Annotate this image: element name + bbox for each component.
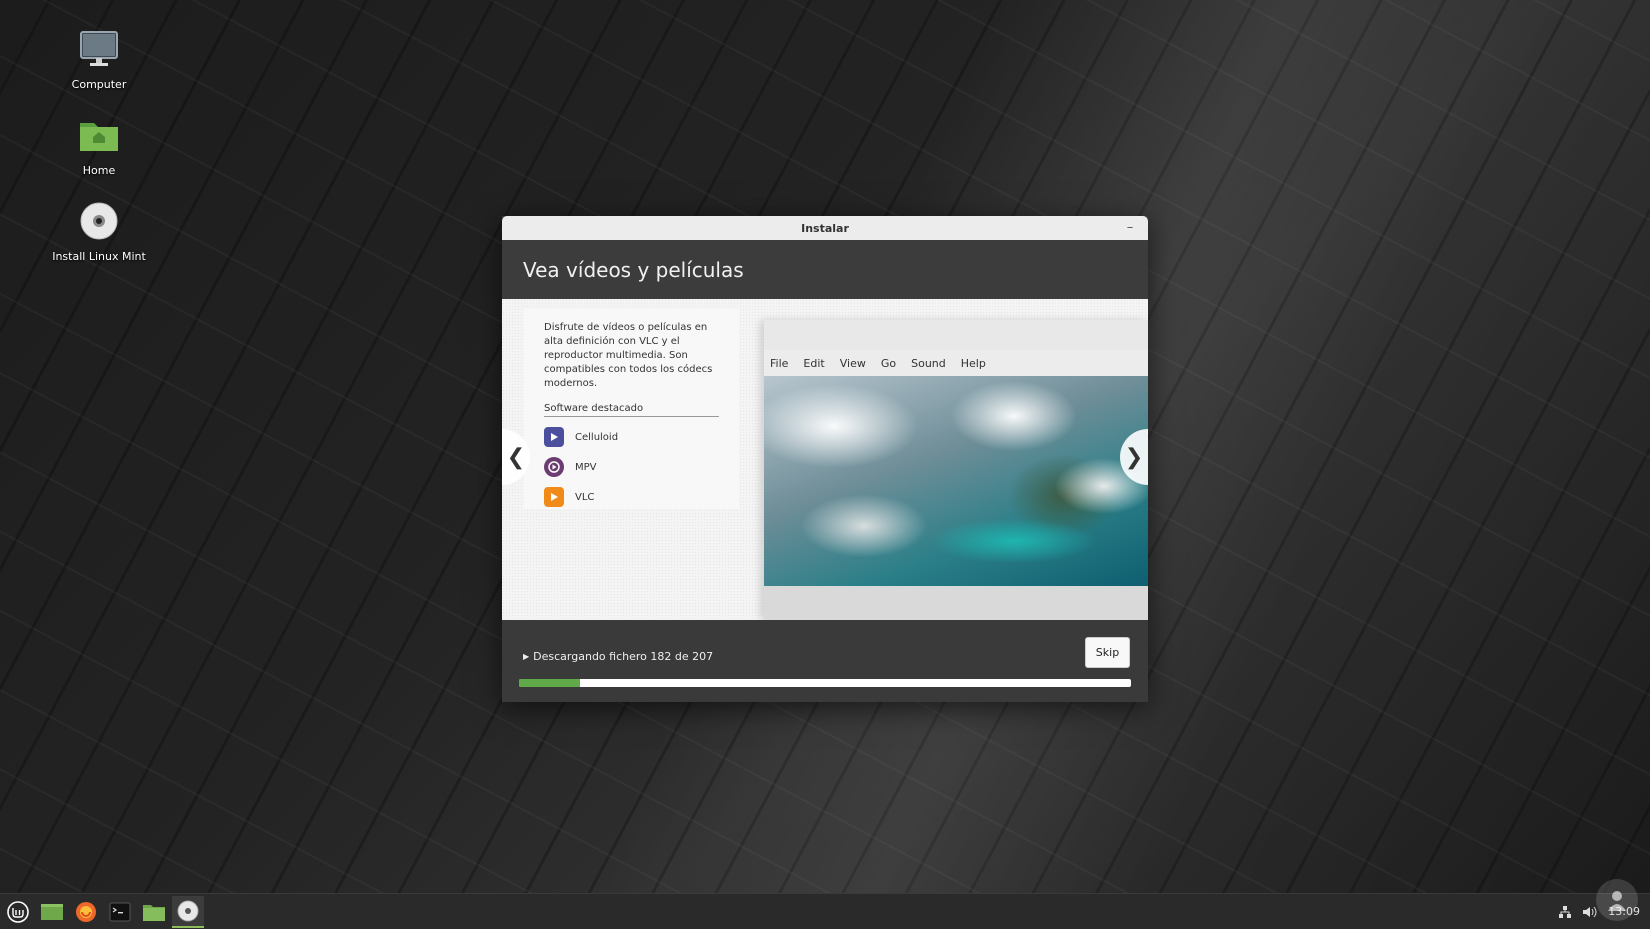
window-title: Instalar [801, 221, 849, 235]
show-desktop-button[interactable] [36, 896, 68, 928]
download-status-text: Descargando fichero 182 de 207 [533, 650, 714, 663]
slide-info-card: Disfrute de vídeos o películas en alta d… [524, 309, 739, 509]
installer-taskbar-button[interactable] [172, 895, 204, 928]
watermark-logo [1596, 879, 1638, 921]
volume-icon[interactable] [1582, 905, 1598, 919]
preview-menu-go: Go [880, 356, 897, 370]
skip-button[interactable]: Skip [1085, 637, 1130, 668]
show-desktop-icon [41, 903, 63, 920]
preview-menu-help: Help [960, 356, 986, 370]
mint-menu-button[interactable] [2, 896, 34, 928]
preview-titlebar [764, 320, 1148, 350]
progress-fill [519, 679, 581, 687]
slide-header: Vea vídeos y películas [502, 240, 1148, 299]
preview-menu-view: View [839, 356, 866, 370]
slide-description: Disfrute de vídeos o películas en alta d… [544, 322, 713, 389]
monitor-icon [39, 24, 159, 74]
app-label: VLC [575, 491, 595, 503]
app-item-celluloid: Celluloid [544, 427, 719, 447]
installer-footer: ▶ Descargando fichero 182 de 207 Skip [502, 620, 1148, 702]
desktop-icon-label: Install Linux Mint [52, 250, 146, 263]
mpv-icon [544, 457, 564, 477]
preview-menubar: File Edit View Go Sound Help [764, 350, 1148, 376]
app-item-mpv: MPV [544, 457, 719, 477]
minimize-button[interactable]: – [1122, 220, 1138, 236]
desktop-icon-label: Home [82, 164, 116, 177]
chevron-left-icon: ❮ [506, 444, 526, 470]
download-progress-bar [519, 679, 1131, 687]
desktop-icon-computer[interactable]: Computer [39, 24, 159, 91]
firefox-icon [76, 901, 96, 922]
expander-triangle-icon: ▶ [523, 652, 530, 661]
terminal-icon [109, 902, 131, 921]
app-preview-screenshot: File Edit View Go Sound Help [764, 320, 1148, 620]
installer-icon [177, 900, 199, 921]
app-label: MPV [575, 461, 597, 473]
home-folder-icon [39, 110, 159, 160]
desktop-icon-install-linux-mint[interactable]: Install Linux Mint [39, 196, 159, 263]
preview-video-frame [764, 376, 1148, 586]
firefox-button[interactable] [70, 896, 102, 928]
app-label: Celluloid [575, 431, 619, 443]
window-titlebar[interactable]: Instalar – [502, 216, 1148, 240]
app-item-vlc: VLC [544, 487, 719, 507]
chevron-right-icon: ❯ [1124, 444, 1144, 470]
network-icon[interactable] [1558, 905, 1572, 919]
featured-software-title: Software destacado [544, 403, 719, 417]
vlc-icon [544, 487, 564, 507]
desktop-icon-home[interactable]: Home [39, 110, 159, 177]
installer-window: Instalar – Vea vídeos y películas Disfru… [502, 216, 1148, 702]
slide-heading: Vea vídeos y películas [523, 257, 744, 282]
taskbar: 13:09 [0, 893, 1650, 929]
terminal-button[interactable] [104, 896, 136, 928]
preview-menu-file: File [770, 356, 789, 370]
celluloid-icon [544, 427, 564, 447]
preview-menu-edit: Edit [803, 356, 825, 370]
disc-icon [39, 196, 159, 246]
desktop-icon-label: Computer [71, 78, 127, 91]
preview-menu-sound: Sound [911, 356, 946, 370]
files-button[interactable] [138, 896, 170, 928]
mint-menu-icon [7, 900, 29, 923]
files-icon [143, 904, 165, 921]
download-status[interactable]: ▶ Descargando fichero 182 de 207 [523, 650, 713, 663]
slideshow-panel: Disfrute de vídeos o películas en alta d… [502, 299, 1148, 620]
watermark-person-icon [1608, 891, 1626, 911]
